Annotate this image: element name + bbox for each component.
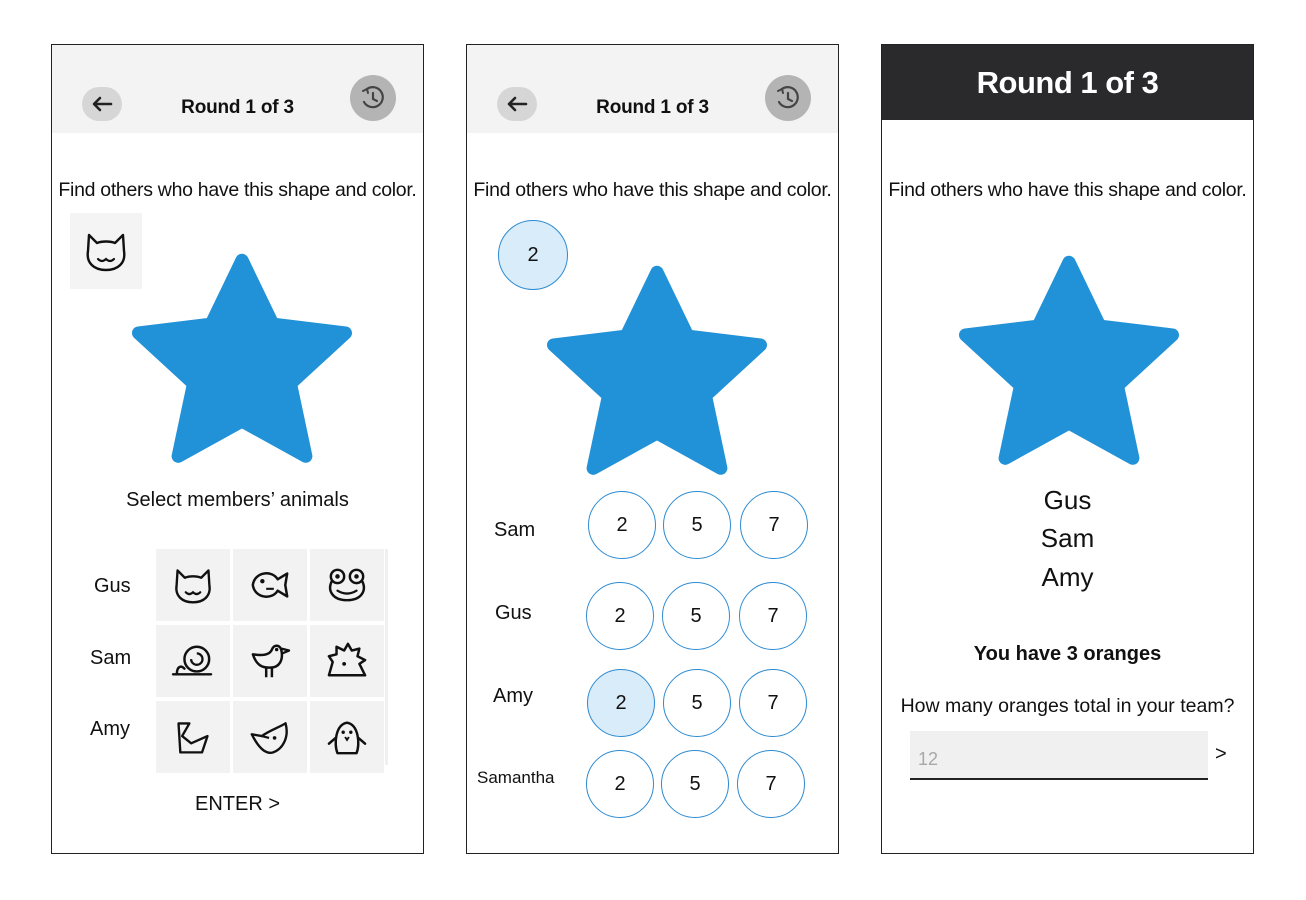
rhino-icon	[250, 722, 288, 754]
number-option[interactable]: 2	[588, 491, 656, 559]
star-icon	[132, 245, 352, 465]
frog-icon	[328, 568, 366, 602]
screen-select-animals: Round 1 of 3 Find others who have this s…	[51, 44, 424, 854]
member-name: Sam	[90, 647, 132, 669]
number-option[interactable]: 5	[661, 750, 729, 818]
cat-icon	[175, 569, 211, 604]
oranges-count-text: You have 3 oranges	[973, 643, 1162, 665]
enter-button[interactable]: ENTER >	[52, 793, 423, 816]
member-name: Samantha	[477, 768, 555, 787]
top-bar: Round 1 of 3	[467, 45, 838, 133]
number-option[interactable]: 7	[740, 491, 808, 559]
animal-option-rhino[interactable]	[233, 701, 307, 773]
oranges-question: How many oranges total in your team?	[900, 695, 1235, 717]
member-name: Gus	[495, 602, 532, 624]
grid-overflow-edge	[385, 549, 388, 765]
snail-icon	[171, 645, 213, 676]
member-name: Amy	[493, 685, 533, 707]
hedgehog-icon	[327, 642, 367, 677]
member-name: Gus	[94, 575, 131, 597]
penguin-icon	[327, 721, 367, 755]
animal-option-fish[interactable]	[233, 549, 307, 621]
instruction-text: Find others who have this shape and colo…	[473, 179, 832, 201]
team-member-name: Amy	[1041, 562, 1094, 592]
duck-icon	[177, 722, 209, 754]
number-option[interactable]: 5	[663, 491, 731, 559]
member-name: Sam	[494, 519, 536, 541]
instruction-text: Find others who have this shape and colo…	[888, 179, 1247, 201]
animal-option-bird[interactable]	[233, 625, 307, 697]
animal-option-hedgehog[interactable]	[310, 625, 384, 697]
timer-icon	[362, 86, 384, 109]
animal-option-cat[interactable]	[156, 549, 230, 621]
star-icon	[547, 257, 767, 477]
round-title-header: Round 1 of 3	[882, 45, 1253, 120]
fish-icon	[251, 572, 289, 598]
animal-option-duck[interactable]	[156, 701, 230, 773]
timer-button[interactable]	[765, 75, 811, 121]
timer-button[interactable]	[350, 75, 396, 121]
submit-arrow-button[interactable]: >	[1215, 743, 1227, 766]
star-icon	[959, 247, 1179, 467]
screen-select-numbers: Round 1 of 3 Find others who have this s…	[466, 44, 839, 854]
number-option[interactable]: 5	[662, 582, 730, 650]
screen-team-total: Round 1 of 3 Find others who have this s…	[881, 44, 1254, 854]
number-option[interactable]: 7	[739, 582, 807, 650]
number-option[interactable]: 2	[586, 750, 654, 818]
animal-option-frog[interactable]	[310, 549, 384, 621]
number-option[interactable]: 2	[586, 582, 654, 650]
animal-option-snail[interactable]	[156, 625, 230, 697]
bird-icon	[251, 644, 291, 678]
cat-icon	[86, 233, 126, 272]
number-option-selected[interactable]: 2	[587, 669, 655, 737]
number-option[interactable]: 7	[737, 750, 805, 818]
team-member-name: Gus	[1043, 485, 1092, 515]
animal-option-penguin[interactable]	[310, 701, 384, 773]
oranges-total-input[interactable]	[910, 731, 1208, 780]
member-name: Amy	[90, 718, 130, 740]
team-member-name: Sam	[1040, 523, 1095, 553]
number-option[interactable]: 5	[663, 669, 731, 737]
timer-icon	[777, 86, 799, 109]
number-option[interactable]: 7	[739, 669, 807, 737]
select-animals-label: Select members’ animals	[126, 489, 349, 511]
top-bar: Round 1 of 3	[52, 45, 423, 133]
instruction-text: Find others who have this shape and colo…	[58, 179, 417, 201]
